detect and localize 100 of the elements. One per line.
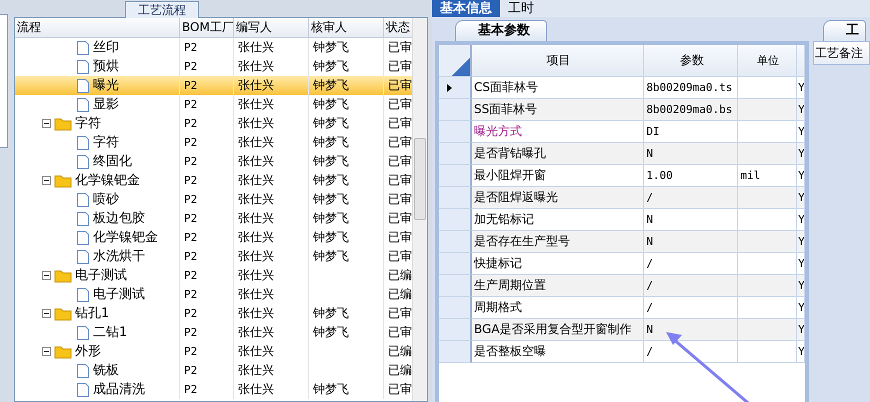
tree-row[interactable]: 字符 P2 张仕兴 钟梦飞 已审 [15, 114, 412, 133]
document-icon [76, 324, 90, 340]
tree-row[interactable]: 显影 P2 张仕兴 钟梦飞 已审 [15, 95, 412, 114]
writer-cell: 张仕兴 [238, 344, 274, 358]
parameter-value: N [646, 235, 653, 248]
factory-cell: P2 [184, 212, 198, 225]
factory-cell: P2 [184, 193, 198, 206]
tree-row[interactable]: 丝印 P2 张仕兴 钟梦飞 已审 [15, 38, 412, 57]
document-icon [76, 58, 90, 74]
tree-row[interactable]: 板边包胶 P2 张仕兴 钟梦飞 已审 [15, 209, 412, 228]
parameter-name: 生产周期位置 [474, 277, 546, 294]
tree-row[interactable]: 电子测试 P2 张仕兴 已编 [15, 285, 412, 304]
factory-cell: P2 [184, 288, 198, 301]
column-header[interactable]: 状态 [384, 18, 412, 37]
writer-cell: 张仕兴 [238, 173, 274, 187]
step-name: 电子测试 [93, 286, 145, 304]
tree-row[interactable]: 化学镍钯金 P2 张仕兴 钟梦飞 已审 [15, 228, 412, 247]
parameter-value: / [646, 301, 653, 314]
tree-row[interactable]: 喷砂 P2 张仕兴 钟梦飞 已审 [15, 190, 412, 209]
status-cell: 已审 [388, 154, 412, 168]
column-header[interactable] [797, 45, 805, 77]
reviewer-cell: 钟梦飞 [313, 97, 349, 111]
parameter-value: 8b00209ma0.ts [646, 81, 732, 94]
collapse-icon[interactable] [42, 176, 51, 185]
row-header[interactable] [439, 77, 472, 99]
writer-cell: 张仕兴 [238, 40, 274, 54]
tree-row[interactable]: 电子测试 P2 张仕兴 已编 [15, 266, 412, 285]
reviewer-cell: 钟梦飞 [313, 249, 349, 263]
column-header[interactable]: 单位 [738, 45, 798, 77]
writer-cell: 张仕兴 [238, 78, 274, 92]
tree-row[interactable]: 曝光 P2 张仕兴 钟梦飞 已审 [15, 76, 412, 95]
factory-cell: P2 [184, 383, 198, 396]
factory-cell: P2 [184, 174, 198, 187]
status-cell: 已审 [388, 116, 412, 130]
document-icon [76, 154, 90, 170]
collapse-icon[interactable] [42, 347, 51, 356]
reviewer-cell: 钟梦飞 [313, 173, 349, 187]
status-cell: 已审 [388, 78, 412, 92]
writer-cell: 张仕兴 [238, 268, 274, 282]
scrollbar[interactable] [412, 18, 427, 401]
factory-cell: P2 [184, 269, 198, 282]
document-icon [76, 382, 90, 398]
step-name: 曝光 [93, 77, 119, 95]
unit-cell [738, 275, 798, 297]
writer-cell: 张仕兴 [238, 306, 274, 320]
tree-row[interactable]: 水洗烘干 P2 张仕兴 钟梦飞 已审 [15, 247, 412, 266]
step-name: 喷砂 [93, 191, 119, 209]
unit-cell [738, 187, 798, 209]
tree-row[interactable]: 字符 P2 张仕兴 钟梦飞 已审 [15, 133, 412, 152]
parameter-name: 加无铅标记 [474, 211, 534, 228]
document-icon [76, 78, 90, 94]
factory-cell: P2 [184, 155, 198, 168]
step-name: 二钻1 [93, 324, 128, 342]
parameter-value: / [646, 257, 653, 270]
collapse-icon[interactable] [42, 271, 51, 280]
status-cell: 已审 [388, 306, 412, 320]
unit-cell [738, 341, 798, 363]
step-name: 显影 [93, 96, 119, 114]
writer-cell: 张仕兴 [238, 154, 274, 168]
factory-cell: P2 [184, 79, 198, 92]
column-header[interactable]: 流程 [15, 18, 180, 37]
tree-row[interactable]: 终固化 P2 张仕兴 钟梦飞 已审 [15, 152, 412, 171]
panel-tab[interactable]: 基本参数 [455, 20, 547, 41]
tree-row[interactable]: 化学镍钯金 P2 张仕兴 钟梦飞 已审 [15, 171, 412, 190]
folder-icon [54, 268, 72, 282]
tree-row[interactable]: 外形 P2 张仕兴 已编 [15, 342, 412, 361]
reviewer-cell: 钟梦飞 [313, 40, 349, 54]
reviewer-cell: 钟梦飞 [313, 382, 349, 396]
status-cell: 已编 [388, 344, 412, 358]
writer-cell: 张仕兴 [238, 363, 274, 377]
tree-row[interactable]: 铣板 P2 张仕兴 已编 [15, 361, 412, 380]
factory-cell: P2 [184, 364, 198, 377]
collapse-icon[interactable] [42, 119, 51, 128]
collapse-icon[interactable] [42, 309, 51, 318]
step-name: 丝印 [93, 39, 119, 57]
tree-row[interactable]: 二钻1 P2 张仕兴 钟梦飞 已审 [15, 323, 412, 342]
tab[interactable]: 基本信息 [432, 0, 500, 17]
parameter-name: 曝光方式 [474, 123, 522, 140]
factory-cell: P2 [184, 326, 198, 339]
step-name: 化学镍钯金 [93, 229, 158, 247]
parameter-name: 是否阻焊返曝光 [474, 189, 558, 206]
panel-tab[interactable]: 工艺流程 [125, 1, 199, 18]
column-header[interactable]: 编写人 [234, 18, 309, 37]
status-cell: 已编 [388, 268, 412, 282]
tree-row[interactable]: 成品清洗 P2 张仕兴 钟梦飞 已审 [15, 380, 412, 399]
factory-cell: P2 [184, 231, 198, 244]
column-header[interactable]: 核审人 [309, 18, 384, 37]
reviewer-cell: 钟梦飞 [313, 306, 349, 320]
step-name: 成品清洗 [93, 381, 145, 399]
folder-icon [54, 116, 72, 130]
status-cell: 已审 [388, 97, 412, 111]
column-header[interactable]: BOM工厂 [180, 18, 234, 37]
tree-row[interactable]: 钻孔1 P2 张仕兴 钟梦飞 已审 [15, 304, 412, 323]
panel-tab[interactable]: 工 [823, 20, 866, 41]
document-icon [76, 362, 90, 378]
corner-header[interactable] [439, 45, 472, 77]
column-header[interactable]: 参数 [644, 45, 738, 77]
tab[interactable]: 工时 [500, 0, 542, 17]
parameter-value: 8b00209ma0.bs [646, 103, 732, 116]
parameter-name: SS面菲林号 [474, 101, 538, 118]
